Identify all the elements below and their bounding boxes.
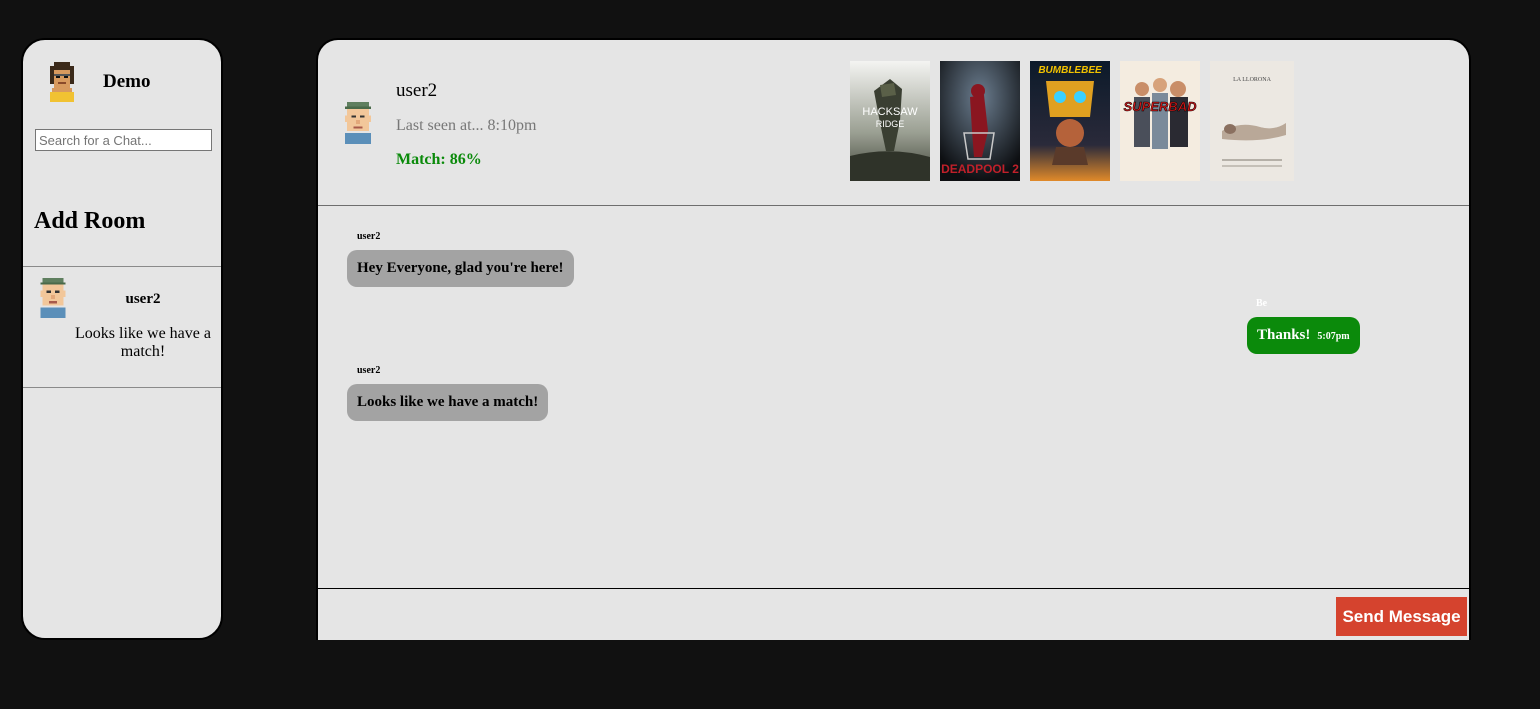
contact-avatar[interactable] [340, 100, 376, 144]
message-sender: Be [1256, 298, 1268, 309]
poster-title: HACKSAW [862, 106, 918, 118]
movie-poster-superbad[interactable]: SUPERBAD [1120, 61, 1200, 181]
message-text: Looks like we have a match! [357, 394, 539, 410]
chat-sidebar: Demo Add Room user2 Looks like we have a… [21, 38, 223, 640]
user-avatar[interactable] [46, 62, 78, 102]
chat-avatar [40, 278, 66, 318]
sidebar-chat-item[interactable]: user2 Looks like we have a match! [23, 266, 221, 387]
poster-title: SUPERBAD [1124, 99, 1198, 114]
chat-last-message: Looks like we have a match! [75, 325, 211, 360]
sidebar-divider [23, 387, 221, 388]
movie-poster-la-llorona[interactable]: LA LLORONA [1210, 61, 1294, 181]
message-bubble: Hey Everyone, glad you're here! [347, 250, 574, 287]
chat-panel: user2 Last seen at... 8:10pm Match: 86% … [316, 38, 1471, 640]
message-bubble: Looks like we have a match! [347, 384, 549, 421]
message-bubble-own: Thanks! 5:07pm [1247, 317, 1360, 354]
header-divider [318, 205, 1469, 206]
search-chat-input[interactable] [35, 129, 212, 151]
movie-poster-hacksaw-ridge[interactable]: HACKSAW RIDGE [850, 61, 930, 181]
sidebar-header: Demo [23, 40, 221, 120]
message-text: Thanks! [1257, 327, 1311, 343]
match-percentage: Match: 86% [396, 151, 482, 168]
movie-poster-deadpool-2[interactable]: DEADPOOL 2 [940, 61, 1020, 181]
contact-name: user2 [396, 80, 438, 101]
poster-title: BUMBLEBEE [1038, 65, 1102, 76]
poster-title: LA LLORONA [1233, 77, 1271, 83]
last-seen-text: Last seen at... 8:10pm [396, 117, 537, 134]
message-time: 5:07pm [1317, 331, 1350, 342]
message-input[interactable] [318, 589, 1333, 640]
add-room-button[interactable]: Add Room [34, 208, 145, 235]
poster-title: DEADPOOL 2 [941, 162, 1019, 176]
message-sender: user2 [357, 231, 381, 242]
chat-name: user2 [125, 291, 161, 307]
movie-poster-bumblebee[interactable]: BUMBLEBEE [1030, 61, 1110, 181]
send-message-button[interactable]: Send Message [1336, 597, 1467, 636]
poster-title: RIDGE [876, 119, 905, 129]
current-username: Demo [103, 71, 151, 92]
message-sender: user2 [357, 365, 381, 376]
message-text: Hey Everyone, glad you're here! [357, 260, 564, 276]
